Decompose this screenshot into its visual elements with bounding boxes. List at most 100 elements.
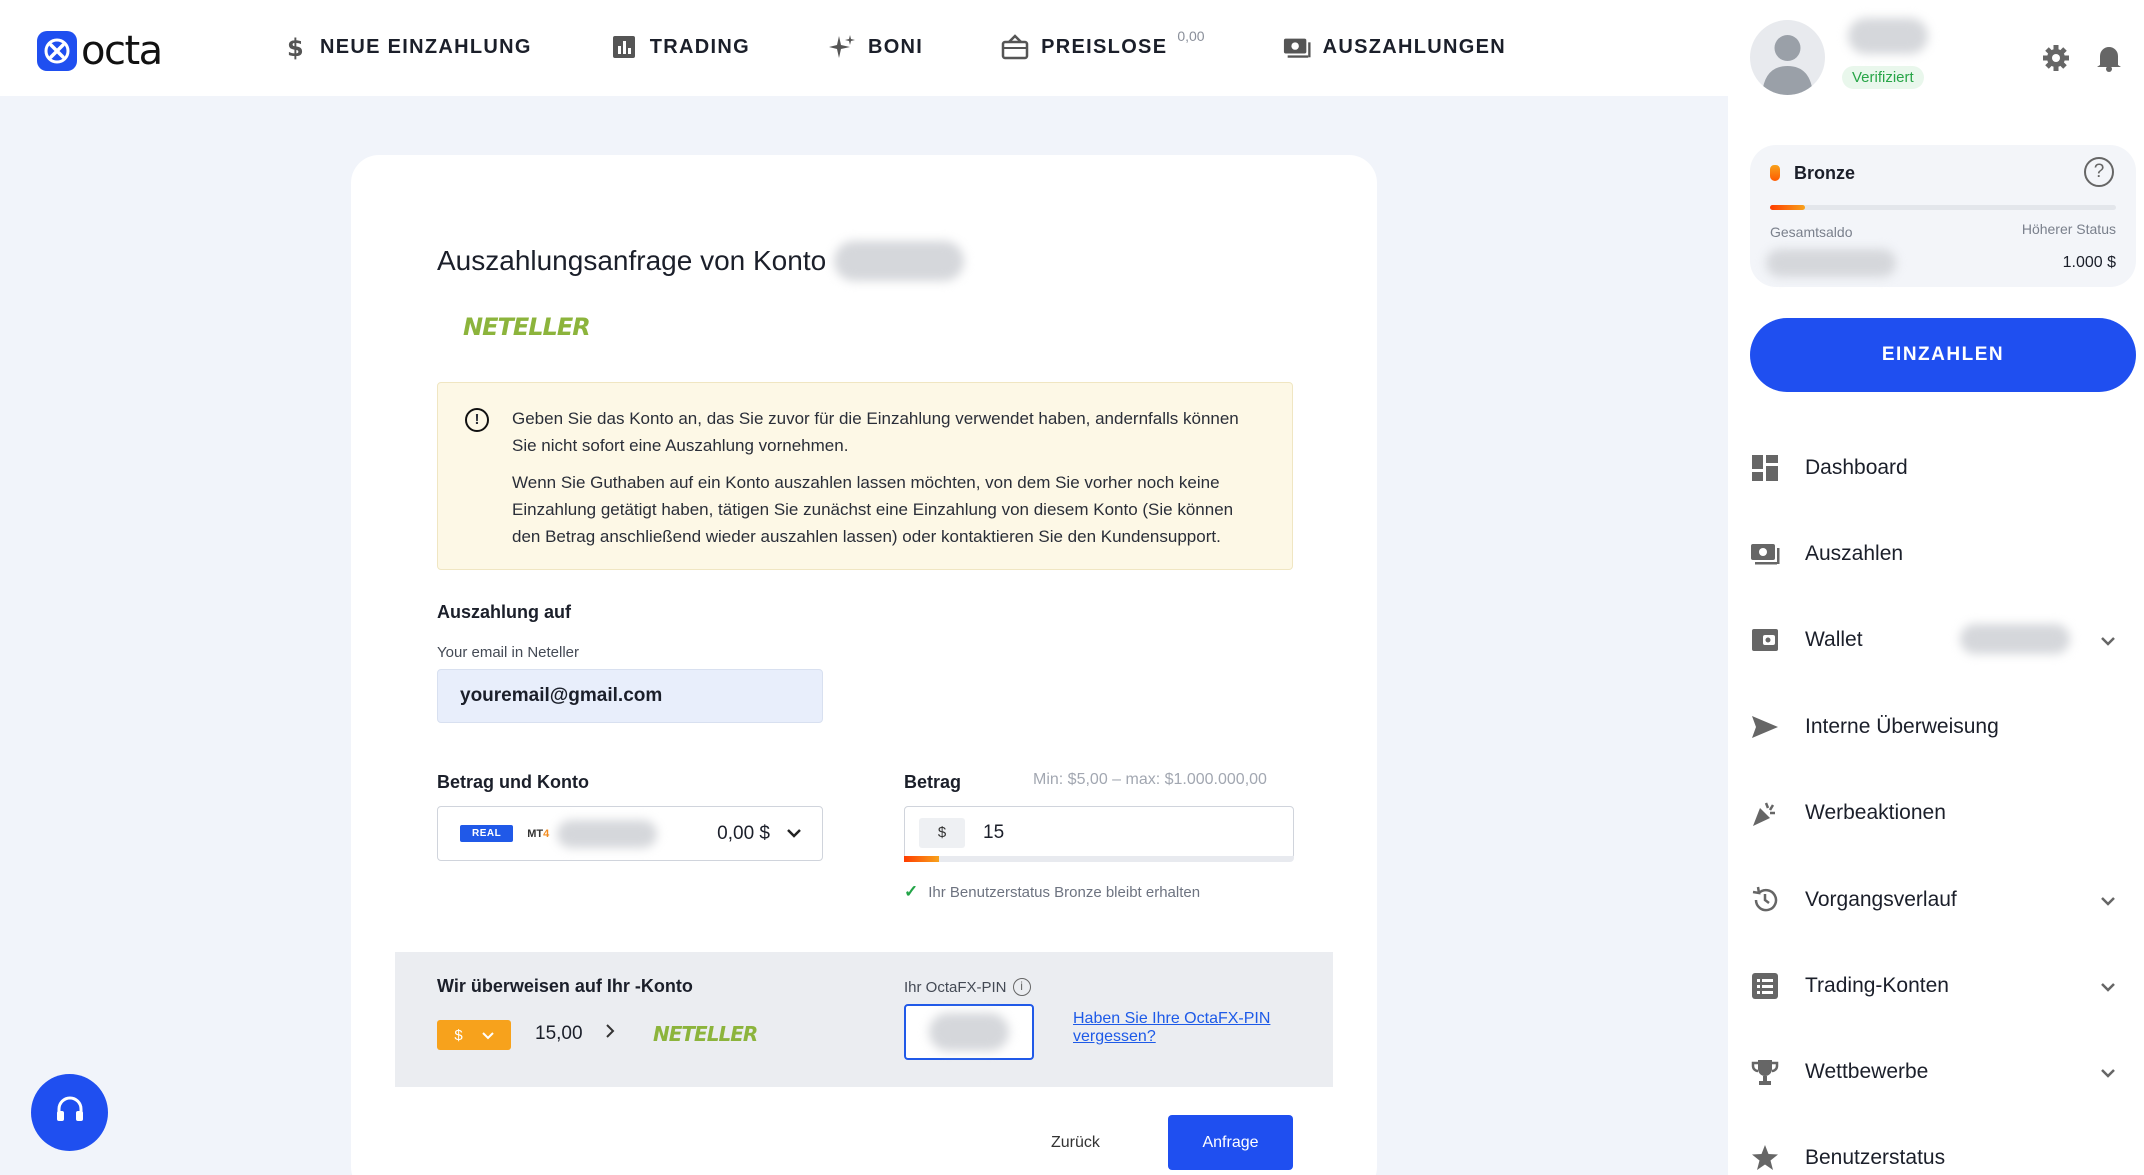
bell-icon[interactable] [2096,44,2122,77]
status-name: Bronze [1794,163,1856,183]
dashboard-icon [1750,453,1780,483]
amount-progress-fill [904,856,940,862]
withdrawal-form-card: Auszahlungsanfrage von Konto NETELLER ! … [351,155,1377,1175]
sparkle-icon [828,33,856,61]
transfer-summary: Wir überweisen auf Ihr -Konto $ 15,00 NE… [395,952,1333,1087]
octa-logo[interactable]: octa [37,28,163,74]
nav-label: TRADING [649,35,750,58]
nav-boni[interactable]: BONI [828,30,923,64]
headset-icon [53,1093,87,1132]
sidebar-item-dashboard[interactable]: Dashboard [1750,448,2136,488]
nav-label: BONI [867,35,924,58]
nav-label: NEUE EINZAHLUNG [320,35,532,58]
warning-text-2: Wenn Sie Guthaben auf ein Konto auszahle… [512,473,1234,546]
party-icon [1750,798,1780,828]
pin-field[interactable] [904,1004,1034,1060]
forgot-pin-link[interactable]: Haben Sie Ihre OctaFX-PIN vergessen? [1073,1010,1303,1046]
chevron-down-icon [2100,628,2116,652]
nav-neue-einzahlung[interactable]: $ NEUE EINZAHLUNG [280,30,532,64]
sidebar-item-wallet[interactable]: Wallet [1750,620,2136,660]
svg-text:$: $ [287,34,305,61]
logo-text: octa [81,28,163,74]
account-id-redacted [557,819,658,848]
chart-bars-icon [610,33,638,61]
sidebar-item-history[interactable]: Vorgangsverlauf [1750,880,2136,920]
history-icon [1750,885,1780,915]
chevron-down-icon [786,825,802,843]
send-icon [1750,712,1780,742]
chevron-right-icon [605,1022,615,1045]
account-balance: 0,00 $ [717,822,770,844]
right-sidebar: Verifiziert Bronze ? Gesamtsaldo Höherer… [1728,0,2144,1175]
sidebar-item-trading-accounts[interactable]: Trading-Konten [1750,966,2136,1006]
pin-label: Ihr OctaFX-PIN [904,978,1007,996]
nav-trading[interactable]: TRADING [610,30,750,64]
withdraw-icon [1750,539,1780,569]
star-icon [1750,1143,1780,1173]
octa-logo-mark [37,31,77,71]
sidebar-item-auszahlen[interactable]: Auszahlen [1750,534,2136,574]
currency-dropdown[interactable]: $ [437,1020,511,1050]
form-title-row: Auszahlungsanfrage von Konto [437,241,965,281]
page-title: Auszahlungsanfrage von Konto [437,245,827,276]
status-progress-bar [1770,205,2116,210]
amount-value: 15 [983,821,1005,843]
chevron-down-icon [2100,888,2116,912]
alert-circle-icon: ! [465,408,489,432]
verified-badge: Verifiziert [1842,66,1924,89]
sidebar-item-label: Wallet [1805,628,1863,651]
nav-label: PREISLOSE [1041,35,1168,58]
avatar[interactable] [1750,20,1825,95]
nav-preislose[interactable]: PREISLOSE 0,00 [1001,28,1205,64]
gear-icon[interactable] [2042,44,2070,77]
sidebar-item-label: Trading-Konten [1805,974,1949,997]
sidebar-item-label: Interne Überweisung [1805,715,1999,738]
chevron-down-icon [481,1027,494,1044]
top-navigation: octa $ NEUE EINZAHLUNG TRADING BONI PREI… [0,0,1728,96]
next-status-amount: 1.000 $ [2062,254,2116,271]
sidebar-item-label: Wettbewerbe [1805,1060,1929,1083]
account-number-redacted [834,241,965,281]
info-icon[interactable]: i [1012,978,1031,996]
nav-label: AUSZAHLUNGEN [1322,35,1506,58]
status-progress-fill [1770,205,1805,210]
neteller-logo: NETELLER [463,313,591,341]
list-icon [1750,971,1780,1001]
status-note: ✓ Ihr Benutzerstatus Bronze bleibt erhal… [904,882,1200,902]
email-field[interactable]: youremail@gmail.com [437,669,823,723]
user-status-card: Bronze ? Gesamtsaldo Höherer Status 1.00… [1750,145,2136,287]
pin-label-row: Ihr OctaFX-PIN i [904,978,1031,996]
help-icon[interactable]: ? [2084,157,2114,187]
back-button[interactable]: Zurück [1051,1134,1100,1152]
submit-request-button[interactable]: Anfrage [1168,1115,1293,1170]
sidebar-item-promotions[interactable]: Werbeaktionen [1750,793,2136,833]
status-note-text: Ihr Benutzerstatus Bronze bleibt erhalte… [928,883,1201,901]
sidebar-item-internal-transfer[interactable]: Interne Überweisung [1750,707,2136,747]
nav-badge: 0,00 [1177,28,1205,44]
sidebar-item-label: Auszahlen [1805,542,1904,565]
check-icon: ✓ [904,882,919,901]
wallet-icon [1750,625,1780,655]
amount-input[interactable]: $ 15 [904,806,1294,859]
support-chat-button[interactable] [31,1074,108,1151]
neteller-logo-small: NETELLER [653,1022,758,1046]
account-select[interactable]: REAL MT4 0,00 $ [437,806,823,861]
sidebar-item-contests[interactable]: Wettbewerbe [1750,1052,2136,1092]
payout-to-label: Auszahlung auf [437,602,571,622]
amount-limits: Min: $5,00 – max: $1.000.000,00 [1033,771,1267,788]
next-status-label: Höherer Status [2021,221,2116,237]
currency-chip: $ [919,817,965,848]
chevron-down-icon [2100,1060,2116,1084]
trophy-icon [1750,1057,1780,1087]
deposit-button[interactable]: EINZAHLEN [1750,318,2136,392]
ticket-icon [1001,33,1029,61]
warning-text-1: Geben Sie das Konto an, das Sie zuvor fü… [512,409,1239,455]
username-redacted [1848,18,1928,54]
nav-auszahlungen[interactable]: AUSZAHLUNGEN [1283,30,1506,64]
chevron-down-icon [2100,974,2116,998]
transfer-title: Wir überweisen auf Ihr -Konto [437,976,693,996]
warning-notice: ! Geben Sie das Konto an, das Sie zuvor … [437,382,1293,570]
sidebar-item-label: Werbeaktionen [1805,801,1946,824]
transfer-amount: 15,00 [535,1023,583,1044]
sidebar-item-user-status[interactable]: Benutzerstatus [1750,1138,2136,1175]
